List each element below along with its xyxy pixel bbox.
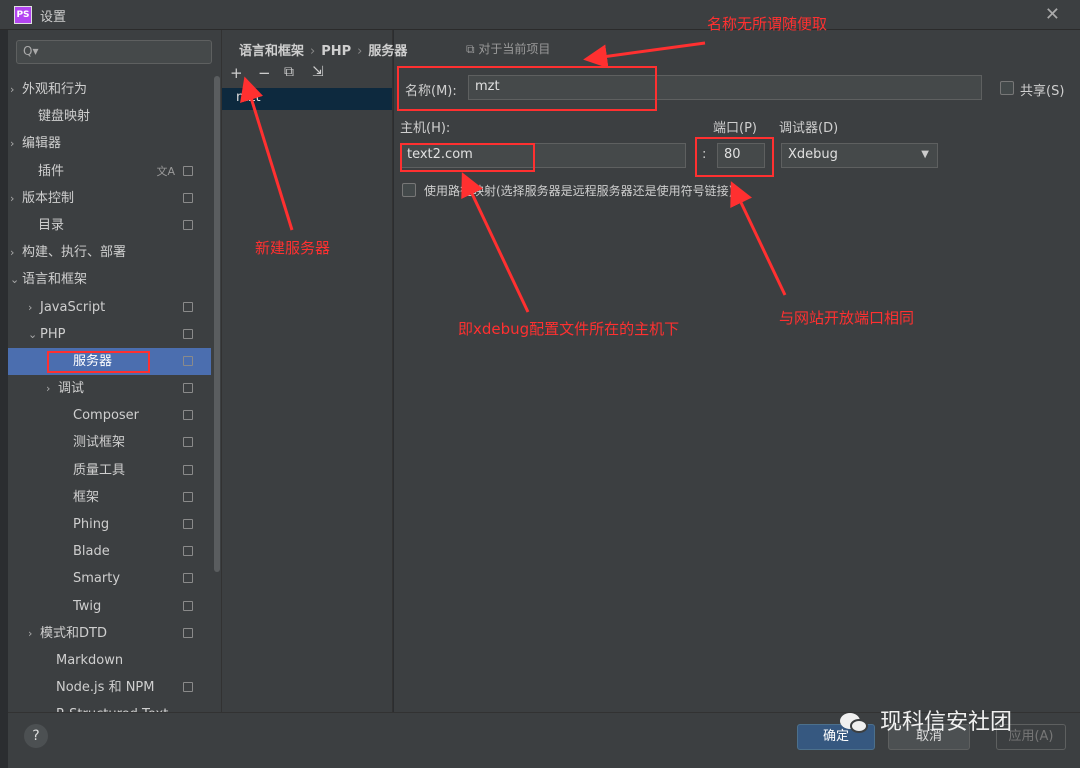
annotation-port-note: 与网站开放端口相同 bbox=[779, 309, 915, 327]
help-icon[interactable]: ? bbox=[24, 724, 48, 748]
arrow-port bbox=[730, 181, 787, 296]
arrow-host bbox=[461, 172, 530, 313]
arrow-new-server bbox=[240, 76, 294, 231]
arrow-name bbox=[583, 41, 706, 69]
wechat-icon bbox=[840, 711, 870, 735]
watermark-text: 现科信安社团 bbox=[880, 710, 1013, 735]
annotation-new-server-note: 新建服务器 bbox=[255, 239, 331, 257]
annotation-arrows bbox=[240, 41, 787, 313]
annotation-name-note: 名称无所谓随便取 bbox=[707, 15, 828, 33]
watermark: 现科信安社团 bbox=[840, 704, 1012, 738]
annotation-host-note: 即xdebug配置文件所在的主机下 bbox=[458, 320, 680, 338]
